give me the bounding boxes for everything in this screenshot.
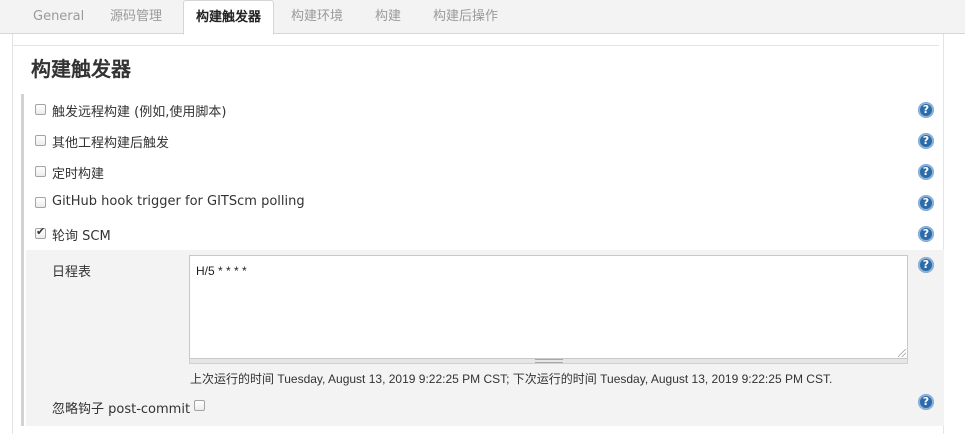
trigger-row-after-other-projects: 其他工程构建后触发 — [26, 129, 944, 155]
grip-lines-icon — [535, 359, 563, 363]
help-icon[interactable]: ? — [918, 164, 934, 180]
trigger-github-hook-label[interactable]: GitHub hook trigger for GITScm polling — [52, 194, 305, 209]
trigger-after-other-projects-checkbox[interactable] — [35, 135, 46, 146]
tab-post-build-actions[interactable]: 构建后操作 — [421, 0, 510, 34]
schedule-label: 日程表 — [52, 265, 92, 280]
trigger-github-hook-checkbox[interactable] — [35, 197, 46, 208]
config-tabs-bar: General 源码管理 构建触发器 构建环境 构建 构建后操作 — [0, 0, 965, 35]
section-title: 构建触发器 — [31, 57, 131, 81]
section-divider — [12, 45, 939, 46]
tab-build-triggers[interactable]: 构建触发器 — [183, 0, 275, 35]
help-icon[interactable]: ? — [918, 102, 934, 118]
job-config-page: General 源码管理 构建触发器 构建环境 构建 构建后操作 构建触发器 触… — [0, 0, 965, 434]
trigger-remote-checkbox[interactable] — [35, 104, 46, 115]
tab-general[interactable]: General — [21, 0, 96, 34]
trigger-remote-label[interactable]: 触发远程构建 (例如,使用脚本) — [52, 101, 226, 120]
help-icon[interactable]: ? — [918, 226, 934, 242]
resize-handle-icon[interactable] — [898, 349, 906, 357]
schedule-textarea[interactable]: H/5 * * * * — [189, 255, 908, 359]
tab-build-environment[interactable]: 构建环境 — [279, 0, 355, 34]
help-icon[interactable]: ? — [918, 133, 934, 149]
trigger-row-periodic: 定时构建 — [26, 160, 944, 186]
trigger-group-bar — [21, 94, 24, 426]
tab-source-code-management[interactable]: 源码管理 — [98, 0, 174, 34]
trigger-poll-scm-checkbox[interactable] — [35, 225, 46, 239]
trigger-after-other-projects-label[interactable]: 其他工程构建后触发 — [52, 132, 169, 151]
trigger-periodic-label[interactable]: 定时构建 — [52, 163, 104, 182]
trigger-row-remote: 触发远程构建 (例如,使用脚本) — [26, 98, 944, 124]
help-icon[interactable]: ? — [918, 195, 934, 211]
trigger-poll-scm-label[interactable]: 轮询 SCM — [52, 225, 111, 244]
trigger-row-poll-scm: 轮询 SCM — [26, 222, 944, 248]
ignore-post-commit-label: 忽略钩子 post-commit — [52, 402, 191, 417]
ignore-post-commit-checkbox[interactable] — [194, 400, 205, 411]
textarea-resize-grip[interactable] — [189, 359, 908, 364]
schedule-run-info: 上次运行的时间 Tuesday, August 13, 2019 9:22:25… — [190, 372, 833, 386]
help-icon[interactable]: ? — [918, 257, 934, 273]
help-icon[interactable]: ? — [918, 394, 934, 410]
tab-build[interactable]: 构建 — [363, 0, 413, 34]
trigger-periodic-checkbox[interactable] — [35, 166, 46, 177]
trigger-row-github-hook: GitHub hook trigger for GITScm polling — [26, 191, 944, 217]
